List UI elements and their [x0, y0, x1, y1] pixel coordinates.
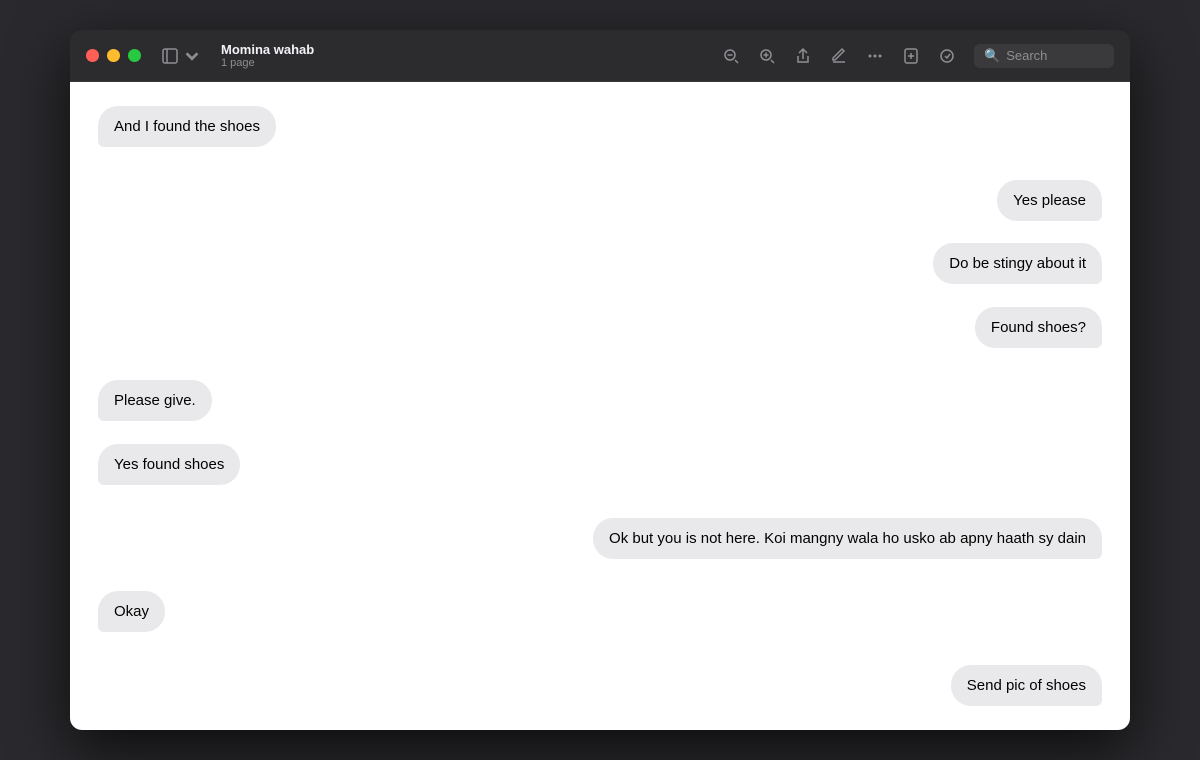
- message-bubble: And I found the shoes: [98, 106, 276, 147]
- toolbar-actions: 🔍 Search: [722, 44, 1114, 68]
- more-options-button[interactable]: [866, 47, 884, 65]
- message-bubble: Okay: [98, 591, 165, 632]
- sidebar-toggle-button[interactable]: [161, 47, 201, 65]
- message-bubble: Yes please: [997, 180, 1102, 221]
- maximize-button[interactable]: [128, 49, 141, 62]
- chevron-down-icon: [183, 47, 201, 65]
- message-row: Yes found shoes: [98, 444, 1102, 485]
- message-bubble: Send pic of shoes: [951, 665, 1102, 706]
- search-bar[interactable]: 🔍 Search: [974, 44, 1114, 68]
- message-row: And I found the shoes: [98, 106, 1102, 147]
- chat-area: And I found the shoes Yes please Do be sti…: [70, 82, 1130, 730]
- message-row: Found shoes?: [98, 307, 1102, 348]
- message-bubble: Do be stingy about it: [933, 243, 1102, 284]
- search-icon: 🔍: [984, 48, 1000, 64]
- markup-button[interactable]: [938, 47, 956, 65]
- minimize-button[interactable]: [107, 49, 120, 62]
- search-placeholder: Search: [1006, 48, 1047, 63]
- message-bubble: Found shoes?: [975, 307, 1102, 348]
- message-row: Send pic of shoes: [98, 665, 1102, 706]
- message-row: Ok but you is not here. Koi mangny wala …: [98, 518, 1102, 559]
- message-row: Do be stingy about it: [98, 243, 1102, 284]
- close-button[interactable]: [86, 49, 99, 62]
- titlebar: Momina wahab 1 page: [70, 30, 1130, 82]
- message-row: Please give.: [98, 380, 1102, 421]
- message-bubble: Please give.: [98, 380, 212, 421]
- window-title: Momina wahab: [221, 42, 314, 57]
- app-window: Momina wahab 1 page: [70, 30, 1130, 730]
- window-subtitle: 1 page: [221, 57, 314, 69]
- zoom-out-button[interactable]: [722, 47, 740, 65]
- message-row: Yes please: [98, 180, 1102, 221]
- add-page-button[interactable]: [902, 47, 920, 65]
- message-row: Okay: [98, 591, 1102, 632]
- edit-button[interactable]: [830, 47, 848, 65]
- traffic-lights: [86, 49, 141, 62]
- zoom-in-button[interactable]: [758, 47, 776, 65]
- share-button[interactable]: [794, 47, 812, 65]
- title-info: Momina wahab 1 page: [221, 42, 314, 69]
- message-bubble: Ok but you is not here. Koi mangny wala …: [593, 518, 1102, 559]
- message-bubble: Yes found shoes: [98, 444, 240, 485]
